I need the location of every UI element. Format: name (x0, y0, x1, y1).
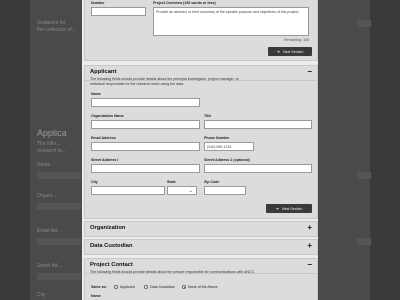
city-field[interactable] (91, 186, 165, 195)
background-field (37, 203, 81, 210)
project-contact-description: The following fields should provide deta… (90, 270, 256, 274)
background-title: Applica (37, 128, 67, 138)
background-text: Guidance for (37, 20, 66, 26)
project-contact-title: Project Contact (90, 262, 133, 268)
arrow-right-icon: ➜ (275, 206, 279, 211)
collapse-icon[interactable]: − (307, 67, 312, 76)
organization-card[interactable]: Organization + (84, 221, 318, 237)
background-field (37, 273, 81, 280)
collapse-icon[interactable]: − (307, 260, 312, 269)
same-as-label: Same as: (91, 285, 107, 289)
background-text: Street Ad... (37, 263, 62, 269)
button-label: Next Section (282, 49, 304, 54)
background-text: research te... (37, 148, 67, 154)
form-modal: Number Project Overview (150 words or le… (82, 0, 318, 300)
radio-data-custodian-label: Data Custodian (150, 285, 175, 289)
background-text: Name (37, 162, 51, 168)
street2-label: Street Address 2 (optional) (204, 158, 250, 162)
project-contact-card: Project Contact − The following fields s… (84, 258, 318, 300)
city-label: City (91, 180, 98, 184)
org-field[interactable] (91, 120, 200, 129)
phone-label: Phone Number (204, 136, 230, 140)
background-text: The follo... (37, 141, 61, 147)
organization-title: Organization (90, 225, 126, 231)
phone-placeholder: (240) 555 1234 (207, 145, 232, 149)
next-section-button[interactable]: ➜ Next Section (268, 47, 312, 56)
arrow-right-icon: ➜ (276, 49, 280, 54)
overview-textarea[interactable]: Provide an abstract or brief summary of … (153, 7, 309, 36)
number-label: Number (91, 1, 105, 5)
background-field (37, 238, 81, 245)
email-field[interactable] (91, 142, 200, 151)
remaining-count: Remaining: 150 (284, 38, 310, 42)
data-custodian-card[interactable]: Data Custodian + (84, 239, 318, 255)
organization-header[interactable]: Organization + (85, 222, 317, 236)
overview-text: Provide an abstract or brief summary of … (156, 10, 300, 14)
radio-data-custodian[interactable] (144, 285, 148, 289)
background-right-column (318, 0, 370, 300)
name-label: Name (91, 92, 101, 96)
zip-field[interactable] (204, 186, 246, 195)
next-section-button[interactable]: ➜ Next Section (266, 204, 312, 213)
zip-label: Zip Code (204, 180, 220, 184)
applicant-card: Applicant − The following fields should … (84, 65, 318, 219)
state-select[interactable]: ⌄ (167, 186, 197, 195)
expand-icon[interactable]: + (307, 241, 312, 250)
button-label: Next Section (281, 206, 303, 211)
radio-none-of-above-label: None of the Above (188, 285, 218, 289)
background-field (37, 172, 81, 179)
background-field (357, 20, 371, 27)
radio-none-of-above[interactable] (182, 285, 186, 289)
chevron-down-icon: ⌄ (188, 188, 193, 194)
state-label: State (167, 180, 176, 184)
street1-label: Street Address I (91, 158, 119, 162)
radio-applicant-label: Applicant (120, 285, 135, 289)
background-field (357, 172, 371, 179)
phone-field[interactable]: (240) 555 1234 (204, 142, 254, 151)
background-text: Email Ad... (37, 228, 61, 234)
street1-field[interactable] (91, 164, 200, 173)
background-text: the collection of... (37, 27, 76, 33)
applicant-title: Applicant (90, 69, 117, 75)
email-label: Email Address (91, 136, 116, 140)
street2-field[interactable] (204, 164, 312, 173)
applicant-description: The following fields should provide deta… (90, 77, 239, 86)
data-custodian-header[interactable]: Data Custodian + (85, 240, 317, 254)
title-label: Title (204, 114, 212, 118)
expand-icon[interactable]: + (307, 223, 312, 232)
data-custodian-title: Data Custodian (90, 243, 133, 249)
number-field[interactable] (91, 7, 146, 16)
background-field (357, 238, 371, 245)
background-text: City (37, 292, 46, 298)
title-field[interactable] (204, 120, 312, 129)
project-card: Number Project Overview (150 words or le… (84, 0, 318, 61)
background-text: Organi... (37, 193, 57, 199)
name-field[interactable] (91, 98, 200, 107)
org-label: Organization Name (91, 114, 124, 118)
overview-label: Project Overview (150 words or less) (153, 1, 216, 5)
contact-name-label: Name (91, 294, 101, 298)
radio-applicant[interactable] (114, 285, 118, 289)
